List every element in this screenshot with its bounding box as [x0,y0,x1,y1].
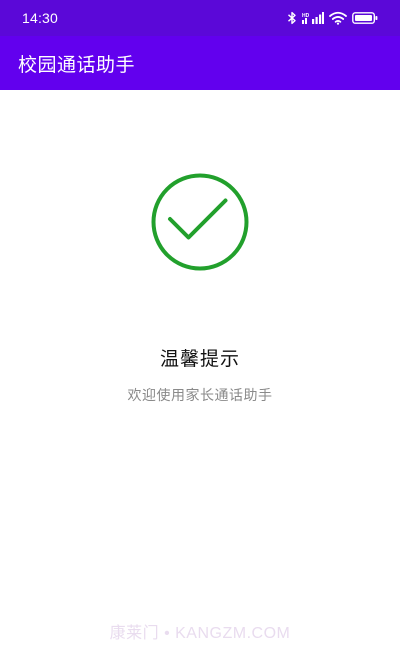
watermark: 康莱门 • KANGZM.COM [109,625,291,642]
hd-signal-icon: HD [302,11,324,25]
phone-screen: 14:30 HD 校园通话助手 温馨提示 欢迎使用家长通话助手 康莱门 • KA… [0,0,400,650]
wifi-icon [329,11,347,25]
tip-subtitle: 欢迎使用家长通话助手 [127,388,273,404]
app-title: 校园通话助手 [18,53,136,76]
status-bar: 14:30 HD [0,0,400,36]
app-bar: 校园通话助手 [0,36,400,90]
main-content: 温馨提示 欢迎使用家长通话助手 [0,90,400,650]
status-time: 14:30 [22,10,59,26]
bluetooth-icon [287,11,297,25]
battery-icon [352,11,378,25]
tip-title: 温馨提示 [159,348,240,370]
status-icons: HD [287,11,378,25]
check-circle-icon [150,172,250,272]
